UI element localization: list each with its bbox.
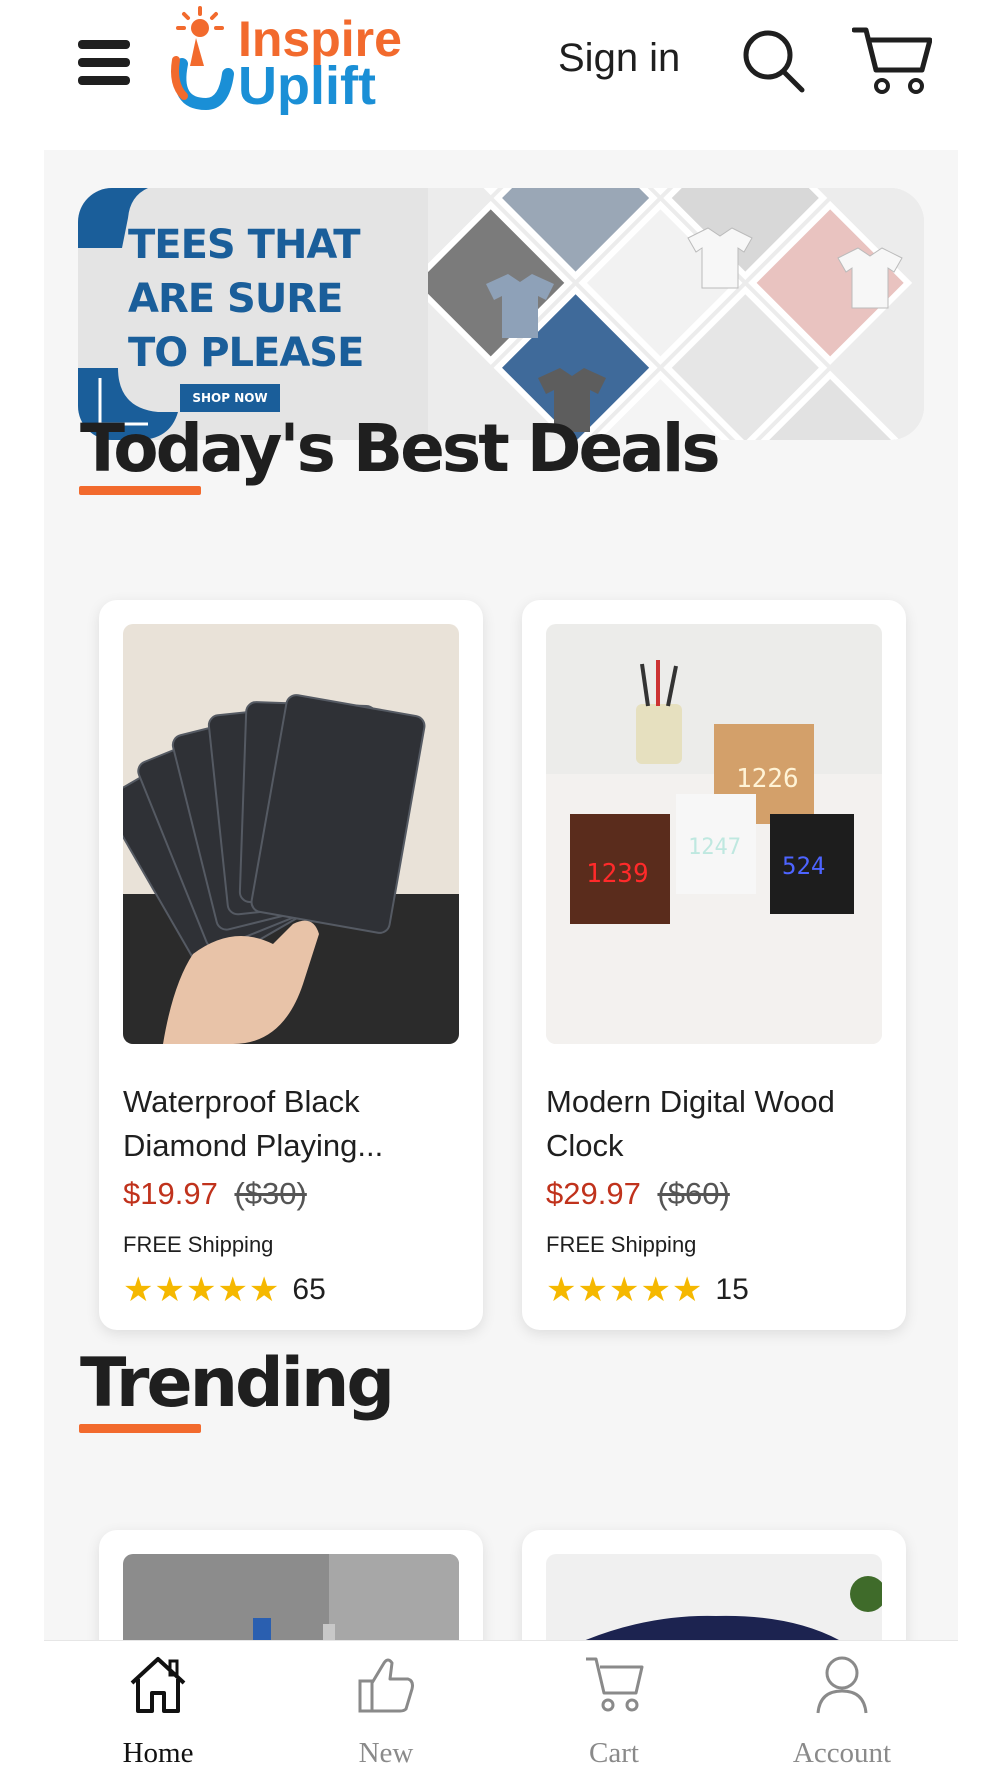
section-title-best-deals: Today's Best Deals	[80, 410, 721, 487]
main-content: TEES THAT ARE SURE TO PLEASE SHOP NOW To…	[44, 150, 958, 1640]
banner-line-2: ARE SURE	[128, 276, 343, 322]
product-title-line-1: Modern Digital Wood	[546, 1084, 835, 1119]
promo-banner[interactable]: TEES THAT ARE SURE TO PLEASE SHOP NOW	[78, 188, 924, 440]
logo-text-uplift: Uplift	[238, 56, 376, 116]
svg-text:1247: 1247	[688, 835, 741, 860]
original-price: ($60)	[657, 1176, 730, 1211]
product-title[interactable]: Waterproof Black Diamond Playing...	[123, 1080, 463, 1168]
product-card[interactable]: 1226 1247 1239 524 Modern Digital Wood C…	[522, 600, 906, 1330]
star-rating-icon: ★★★★★	[123, 1271, 281, 1309]
cart-icon	[586, 1657, 644, 1712]
nav-label-home: Home	[122, 1737, 194, 1769]
svg-text:524: 524	[782, 852, 825, 880]
product-card[interactable]	[522, 1530, 906, 1640]
search-icon[interactable]	[740, 26, 806, 96]
rating-row: ★★★★★ 15	[546, 1270, 749, 1310]
price-row: $19.97 ($30)	[123, 1176, 307, 1212]
svg-text:1226: 1226	[736, 764, 799, 794]
shipping-label: FREE Shipping	[546, 1232, 697, 1257]
thumbs-up-icon	[358, 1658, 414, 1713]
sun-icon	[171, 6, 234, 111]
banner-headline: TEES THAT ARE SURE TO PLEASE	[128, 218, 364, 380]
banner-line-3: TO PLEASE	[128, 330, 364, 376]
sign-in-link[interactable]: Sign in	[558, 36, 680, 81]
nav-label-account: Account	[792, 1737, 892, 1769]
product-card[interactable]: Waterproof Black Diamond Playing... $19.…	[99, 600, 483, 1330]
star-rating-icon: ★★★★★	[546, 1271, 704, 1309]
sale-price: $19.97	[123, 1176, 218, 1211]
svg-text:1239: 1239	[586, 859, 649, 889]
sale-price: $29.97	[546, 1176, 641, 1211]
shop-now-button[interactable]: SHOP NOW	[180, 384, 280, 412]
section-underline	[79, 486, 201, 495]
account-icon	[816, 1656, 868, 1714]
banner-line-1: TEES THAT	[128, 222, 361, 268]
product-image-digital-clock[interactable]: 1226 1247 1239 524	[546, 624, 882, 1044]
nav-label-new: New	[358, 1737, 414, 1769]
nav-label-cart: Cart	[589, 1737, 639, 1769]
review-count: 65	[292, 1273, 326, 1306]
section-title-trending: Trending	[80, 1344, 395, 1423]
original-price: ($30)	[234, 1176, 307, 1211]
tshirt-collage-image	[428, 188, 924, 440]
product-card[interactable]	[99, 1530, 483, 1640]
shipping-label: FREE Shipping	[123, 1232, 274, 1257]
nav-new[interactable]: New	[272, 1641, 500, 1778]
price-row: $29.97 ($60)	[546, 1176, 730, 1212]
product-image[interactable]	[123, 1554, 459, 1640]
bottom-navigation: Home New Cart Account	[44, 1640, 958, 1778]
rating-row: ★★★★★ 65	[123, 1270, 326, 1310]
home-icon	[130, 1657, 186, 1713]
logo[interactable]: Inspire Uplift	[166, 4, 416, 122]
hamburger-menu-icon[interactable]	[78, 40, 130, 86]
product-title[interactable]: Modern Digital Wood Clock	[546, 1080, 886, 1168]
product-title-line-2: Clock	[546, 1128, 624, 1163]
header: Inspire Uplift Sign in	[0, 0, 1000, 150]
section-underline	[79, 1424, 201, 1433]
review-count: 15	[715, 1273, 749, 1306]
product-image[interactable]	[546, 1554, 882, 1640]
product-image-playing-cards[interactable]	[123, 624, 459, 1044]
cart-icon[interactable]	[852, 24, 932, 96]
product-title-line-1: Waterproof Black	[123, 1084, 360, 1119]
nav-cart[interactable]: Cart	[500, 1641, 728, 1778]
product-title-line-2: Diamond Playing...	[123, 1128, 384, 1163]
nav-home[interactable]: Home	[44, 1641, 272, 1778]
nav-account[interactable]: Account	[728, 1641, 956, 1778]
